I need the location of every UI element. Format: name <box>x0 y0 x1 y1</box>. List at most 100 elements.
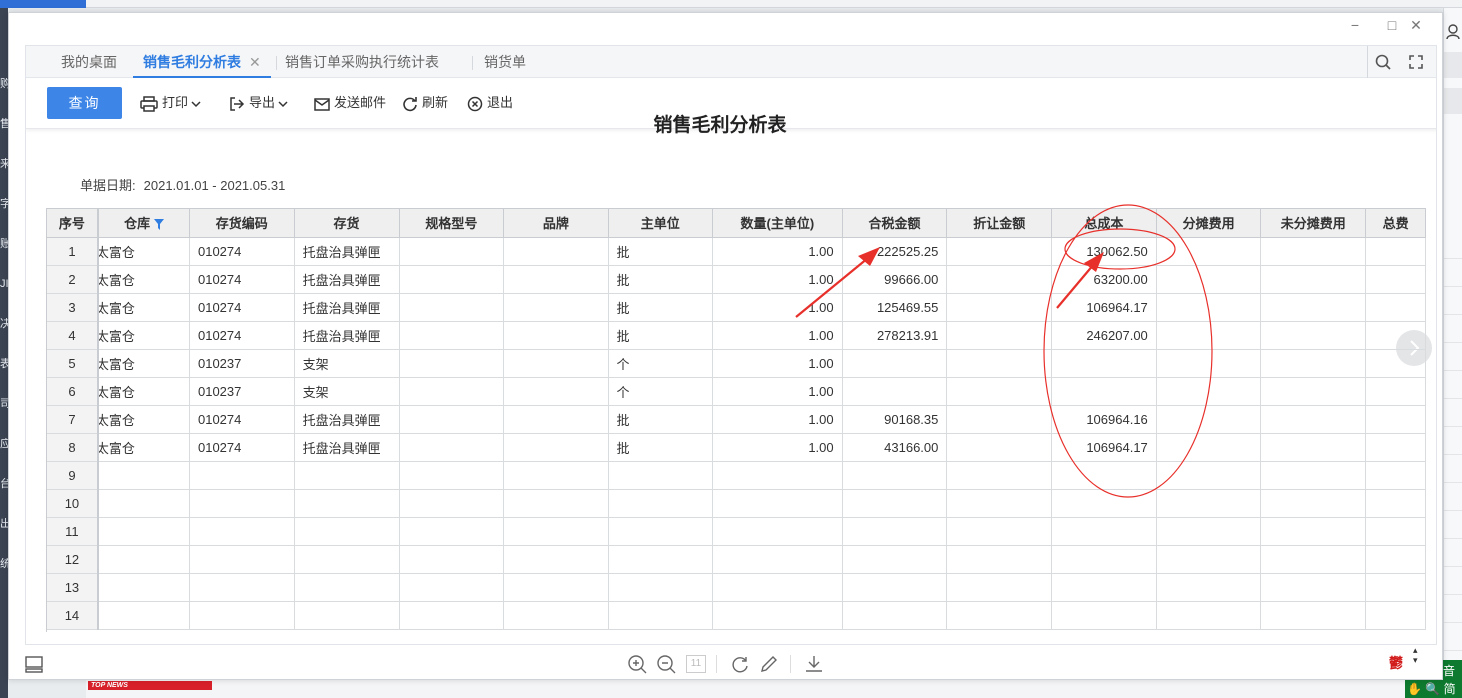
cell-unallocated[interactable] <box>1260 517 1367 546</box>
cell-item[interactable] <box>294 489 400 518</box>
cell-allocated[interactable] <box>1156 461 1262 490</box>
cell-code[interactable]: 010274 <box>189 293 295 322</box>
cell-brand[interactable] <box>503 545 609 574</box>
column-header[interactable]: 序号 <box>47 209 99 238</box>
cell-brand[interactable] <box>503 237 609 266</box>
table-row[interactable]: 14 <box>47 601 1426 630</box>
cell-brand[interactable] <box>503 265 609 294</box>
cell-total-cost[interactable] <box>1051 545 1157 574</box>
cell-spec[interactable] <box>399 237 505 266</box>
cell-qty[interactable] <box>712 601 843 630</box>
cell-unallocated[interactable] <box>1260 349 1367 378</box>
minimize-button[interactable]: − <box>1344 13 1366 37</box>
cell-brand[interactable] <box>503 349 609 378</box>
cell-unit[interactable]: 批 <box>608 265 714 294</box>
cell-unit[interactable] <box>608 517 714 546</box>
cell-item[interactable] <box>294 573 400 602</box>
seal-stamp-icon[interactable]: 鬱 <box>1389 653 1411 673</box>
cell-spec[interactable] <box>399 265 505 294</box>
cell-discount[interactable] <box>946 545 1053 574</box>
column-header[interactable]: 折让金额 <box>946 209 1053 238</box>
top-news-banner[interactable]: TOP NEWS <box>88 681 212 690</box>
cell-seq[interactable]: 6 <box>47 377 99 406</box>
cell-unallocated[interactable] <box>1260 321 1367 350</box>
cell-brand[interactable] <box>503 293 609 322</box>
cell-unit[interactable]: 个 <box>608 349 714 378</box>
pencil-icon[interactable] <box>758 653 780 675</box>
cell-code[interactable]: 010274 <box>189 265 295 294</box>
cell-item[interactable]: 托盘治具弹匣 <box>294 433 400 462</box>
cell-total-fee[interactable] <box>1365 349 1426 378</box>
cell-discount[interactable] <box>946 349 1053 378</box>
table-row[interactable]: 13 <box>47 573 1426 602</box>
cell-unit[interactable] <box>608 601 714 630</box>
cell-total-fee[interactable] <box>1365 377 1426 406</box>
cell-warehouse[interactable]: 太富仓 <box>97 293 190 322</box>
cell-warehouse[interactable]: 太富仓 <box>97 265 190 294</box>
close-window-button[interactable]: ✕ <box>1405 13 1427 37</box>
cell-unit[interactable]: 批 <box>608 293 714 322</box>
cell-seq[interactable]: 3 <box>47 293 99 322</box>
cell-total-fee[interactable] <box>1365 405 1426 434</box>
cell-seq[interactable]: 11 <box>47 517 99 546</box>
search-icon[interactable] <box>1371 50 1395 74</box>
cell-discount[interactable] <box>946 405 1053 434</box>
cell-total-cost[interactable] <box>1051 489 1157 518</box>
cell-unallocated[interactable] <box>1260 405 1367 434</box>
cell-allocated[interactable] <box>1156 321 1262 350</box>
cell-total-cost[interactable]: 63200.00 <box>1051 265 1157 294</box>
cell-total-cost[interactable] <box>1051 517 1157 546</box>
column-header[interactable]: 总成本 <box>1051 209 1157 238</box>
page-number-box[interactable]: 11 <box>686 655 706 673</box>
cell-total-cost[interactable] <box>1051 573 1157 602</box>
cell-warehouse[interactable]: 太富仓 <box>97 321 190 350</box>
cell-total-fee[interactable] <box>1365 517 1426 546</box>
cell-unallocated[interactable] <box>1260 377 1367 406</box>
zoom-in-icon[interactable] <box>626 653 648 675</box>
cell-item[interactable] <box>294 601 400 630</box>
cell-code[interactable] <box>189 517 295 546</box>
cell-tax-amount[interactable] <box>842 377 948 406</box>
cell-total-fee[interactable] <box>1365 461 1426 490</box>
cell-spec[interactable] <box>399 321 505 350</box>
cell-discount[interactable] <box>946 433 1053 462</box>
cell-discount[interactable] <box>946 237 1053 266</box>
cell-total-fee[interactable] <box>1365 237 1426 266</box>
cell-item[interactable] <box>294 517 400 546</box>
cell-qty[interactable]: 1.00 <box>712 293 843 322</box>
column-header[interactable]: 合税金额 <box>842 209 948 238</box>
cell-warehouse[interactable] <box>97 601 190 630</box>
cell-qty[interactable] <box>712 517 843 546</box>
cell-warehouse[interactable]: 太富仓 <box>97 377 190 406</box>
cell-total-fee[interactable] <box>1365 293 1426 322</box>
cell-tax-amount[interactable]: 43166.00 <box>842 433 948 462</box>
cell-code[interactable]: 010274 <box>189 405 295 434</box>
table-row[interactable]: 2 太富仓 010274 托盘治具弹匣 批 1.00 99666.00 63200.00 <box>47 265 1426 294</box>
cell-allocated[interactable] <box>1156 377 1262 406</box>
cell-code[interactable] <box>189 573 295 602</box>
table-row[interactable]: 10 <box>47 489 1426 518</box>
cell-unallocated[interactable] <box>1260 293 1367 322</box>
cell-total-cost[interactable]: 106964.17 <box>1051 433 1157 462</box>
cell-brand[interactable] <box>503 573 609 602</box>
cell-code[interactable]: 010237 <box>189 377 295 406</box>
cell-warehouse[interactable]: 太富仓 <box>97 433 190 462</box>
cell-total-cost[interactable]: 106964.17 <box>1051 293 1157 322</box>
cell-warehouse[interactable]: 太富仓 <box>97 237 190 266</box>
cell-qty[interactable]: 1.00 <box>712 433 843 462</box>
cell-allocated[interactable] <box>1156 573 1262 602</box>
cell-code[interactable]: 010237 <box>189 349 295 378</box>
cell-qty[interactable]: 1.00 <box>712 405 843 434</box>
cell-code[interactable] <box>189 489 295 518</box>
cell-total-cost[interactable] <box>1051 461 1157 490</box>
cell-warehouse[interactable] <box>97 545 190 574</box>
cell-allocated[interactable] <box>1156 601 1262 630</box>
cell-unit[interactable]: 批 <box>608 237 714 266</box>
column-header[interactable]: 分摊费用 <box>1156 209 1262 238</box>
cell-warehouse[interactable] <box>97 517 190 546</box>
cell-spec[interactable] <box>399 601 505 630</box>
cell-total-fee[interactable] <box>1365 489 1426 518</box>
cell-unit[interactable] <box>608 545 714 574</box>
cell-item[interactable]: 托盘治具弹匣 <box>294 321 400 350</box>
cell-tax-amount[interactable] <box>842 489 948 518</box>
